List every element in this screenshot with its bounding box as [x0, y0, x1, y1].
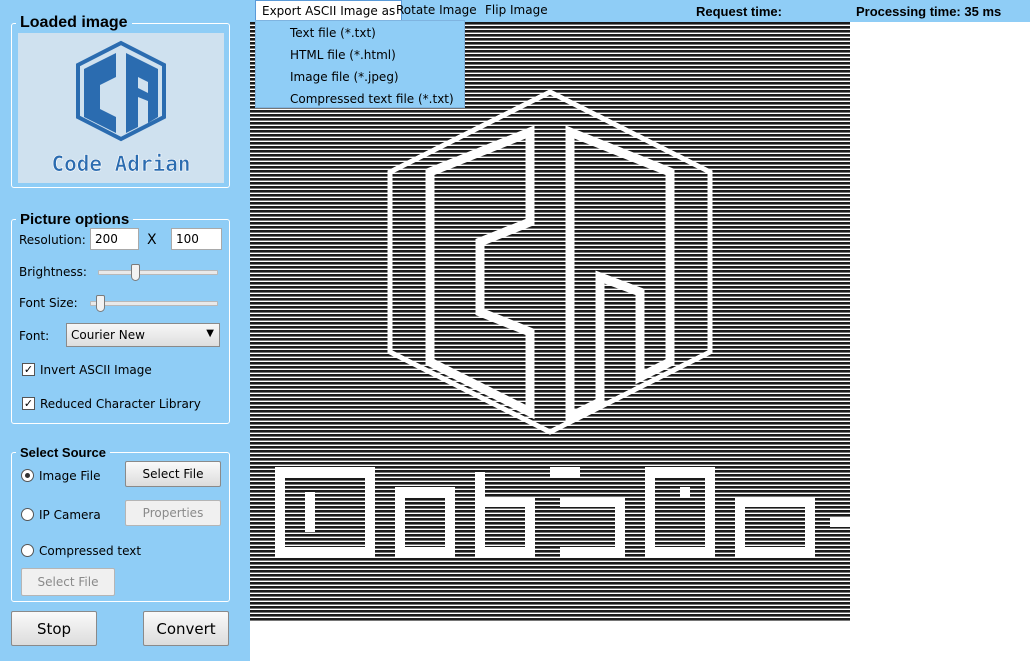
export-jpeg-item[interactable]: Image file (*.jpeg): [290, 70, 399, 84]
image-file-label: Image File: [39, 469, 101, 483]
loaded-image-title: Loaded image: [20, 14, 128, 31]
select-file-button[interactable]: Select File: [125, 461, 221, 487]
processing-time-label: Processing time: 35 ms: [856, 4, 1002, 19]
menu-rotate[interactable]: Rotate Image: [390, 0, 483, 20]
font-select[interactable]: Courier New ▼: [66, 323, 220, 347]
font-label: Font:: [19, 329, 50, 343]
font-select-value: Courier New: [71, 328, 145, 342]
export-menu-dropdown: Text file (*.txt) HTML file (*.html) Ima…: [255, 20, 465, 108]
select-source-title: Select Source: [20, 445, 106, 460]
resolution-width-input[interactable]: [90, 228, 139, 250]
export-html-item[interactable]: HTML file (*.html): [290, 48, 396, 62]
code-adrian-logo: Code Adrian: [51, 40, 191, 176]
loaded-image-preview: Code Adrian: [18, 33, 224, 183]
image-file-radio[interactable]: [21, 469, 34, 482]
brightness-slider[interactable]: [98, 270, 218, 275]
compressed-text-label: Compressed text: [39, 544, 142, 558]
ascii-output-area[interactable]: [250, 22, 1030, 661]
invert-label: Invert ASCII Image: [40, 363, 152, 377]
logo-text: Code Adrian: [51, 152, 190, 176]
ascii-art-output: [250, 22, 850, 622]
picture-options-title: Picture options: [20, 211, 130, 228]
brightness-slider-thumb[interactable]: [130, 264, 140, 281]
select-compressed-file-button[interactable]: Select File: [21, 568, 115, 596]
compressed-text-radio[interactable]: [21, 544, 34, 557]
properties-button[interactable]: Properties: [125, 500, 221, 526]
reduced-library-checkbox[interactable]: ✓: [22, 397, 35, 410]
menu-export[interactable]: Export ASCII Image as: [255, 0, 403, 20]
chevron-down-icon: ▼: [206, 328, 214, 339]
ip-camera-radio[interactable]: [21, 508, 34, 521]
convert-button[interactable]: Convert: [143, 611, 229, 646]
export-txt-item[interactable]: Text file (*.txt): [290, 26, 376, 40]
resolution-height-input[interactable]: [171, 228, 222, 250]
menu-flip[interactable]: Flip Image: [479, 0, 554, 20]
brightness-label: Brightness:: [19, 265, 87, 279]
font-size-slider[interactable]: [90, 301, 218, 306]
font-size-label: Font Size:: [19, 296, 78, 310]
left-panel: Loaded image Code Adrian Picture options…: [0, 0, 248, 661]
menu-bar: Export ASCII Image as Rotate Image Flip …: [250, 0, 1030, 22]
export-compressed-item[interactable]: Compressed text file (*.txt): [290, 92, 454, 106]
font-size-slider-thumb[interactable]: [95, 295, 105, 312]
request-time-label: Request time:: [696, 4, 782, 19]
reduced-library-label: Reduced Character Library: [40, 397, 201, 411]
resolution-separator: X: [147, 232, 157, 248]
stop-button[interactable]: Stop: [11, 611, 97, 646]
resolution-label: Resolution:: [19, 233, 86, 247]
ip-camera-label: IP Camera: [39, 508, 101, 522]
invert-checkbox[interactable]: ✓: [22, 363, 35, 376]
